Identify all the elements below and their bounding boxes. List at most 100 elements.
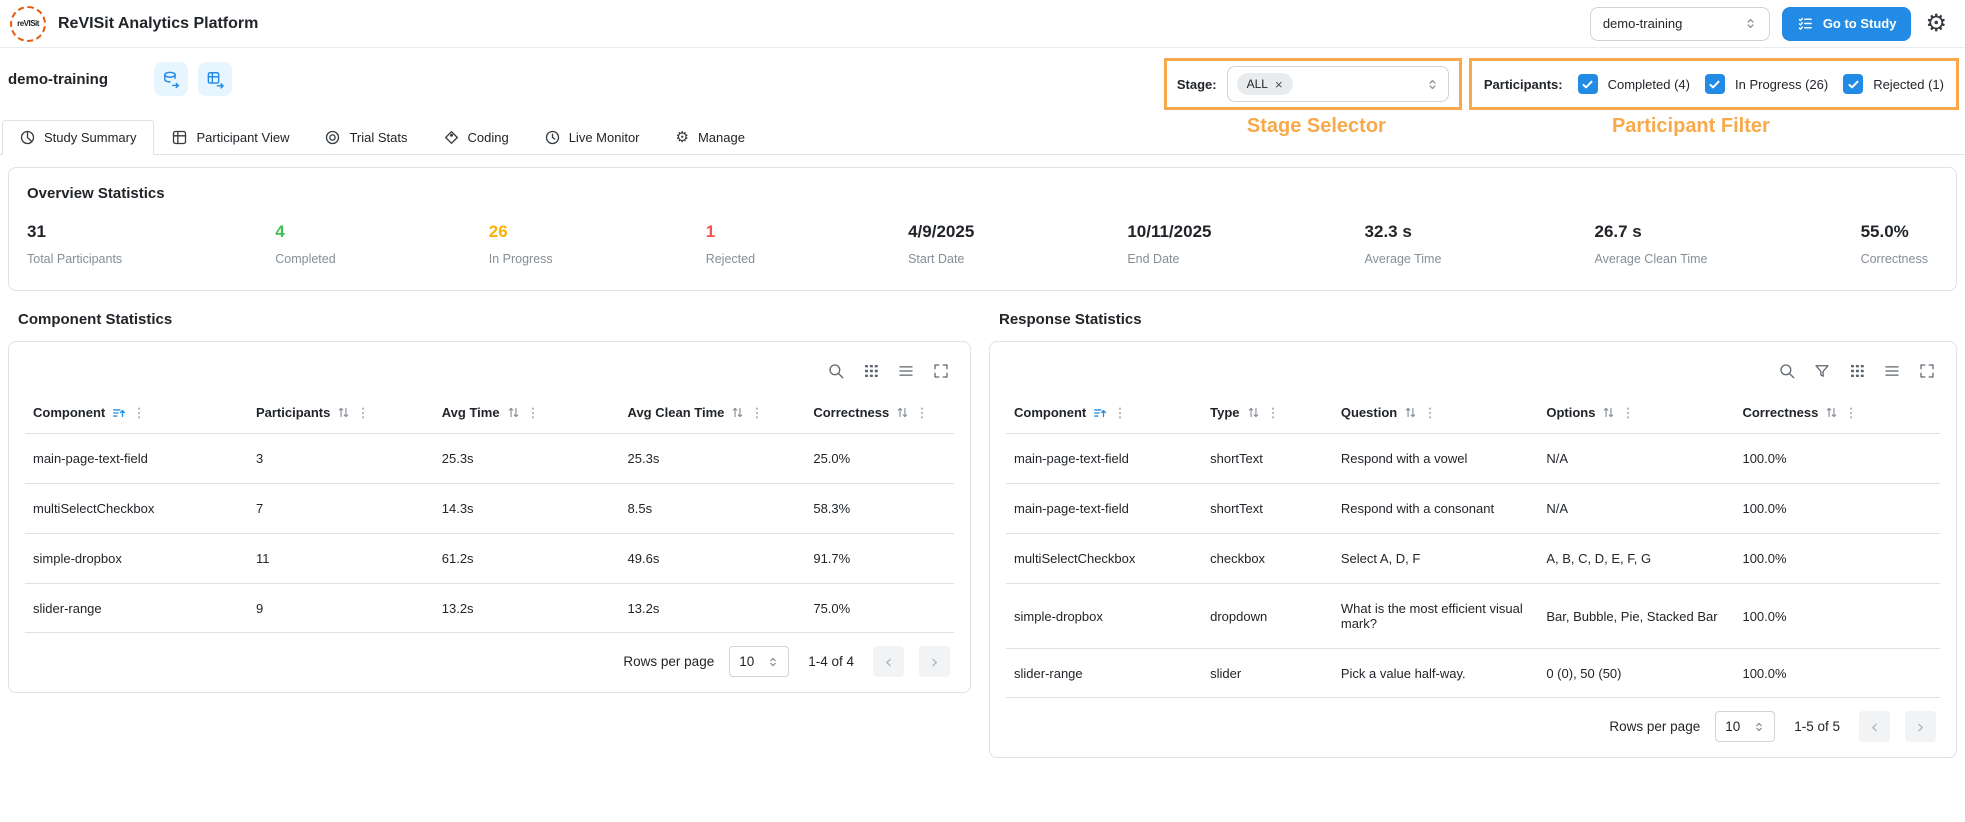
search-button[interactable] <box>1778 362 1796 380</box>
cell: N/A <box>1538 483 1735 534</box>
checkbox-in-progress-label: In Progress (26) <box>1734 76 1829 92</box>
filter-button[interactable] <box>1813 362 1831 380</box>
header-row: Component Type Question Options Correctn… <box>1006 392 1940 434</box>
column-header-type[interactable]: Type <box>1202 392 1333 434</box>
cell: shortText <box>1202 483 1333 534</box>
search-button[interactable] <box>827 362 845 380</box>
checkbox-rejected[interactable]: Rejected (1) <box>1843 74 1944 94</box>
filters: Stage: ALL × Participants: Completed (4) <box>1163 58 1959 138</box>
cell: 100.0% <box>1734 483 1940 534</box>
rows-per-page-select[interactable]: 10 <box>1715 711 1776 742</box>
export-table-button[interactable] <box>198 62 232 96</box>
study-select[interactable]: demo-training <box>1589 6 1770 41</box>
column-menu-icon[interactable] <box>1424 406 1436 420</box>
cell: 7 <box>247 483 434 534</box>
cell: slider-range <box>25 583 248 633</box>
sort-icon <box>1827 407 1837 418</box>
stat-total-participants: 31 Total Participants <box>27 222 122 266</box>
stat-completed: 4 Completed <box>275 222 335 266</box>
cell: Bar, Bubble, Pie, Stacked Bar <box>1538 583 1735 649</box>
stat-value: 4/9/2025 <box>908 222 975 241</box>
columns-button[interactable] <box>1848 362 1866 380</box>
density-button[interactable] <box>897 362 915 380</box>
stat-value: 55.0% <box>1860 222 1909 241</box>
rows-per-page-value: 10 <box>739 654 755 669</box>
stat-start-date: 4/9/2025 Start Date <box>908 222 974 266</box>
checkbox-checked-icon <box>1577 74 1598 94</box>
participant-filter-annotation: Participant Filter <box>1611 115 1770 137</box>
search-icon <box>829 364 844 379</box>
next-page-button[interactable]: › <box>919 646 950 677</box>
main-content: Overview Statistics 31 Total Participant… <box>0 155 1965 758</box>
export-data-button[interactable] <box>154 62 188 96</box>
checkbox-in-progress[interactable]: In Progress (26) <box>1704 74 1829 94</box>
column-header-options[interactable]: Options <box>1538 392 1734 434</box>
column-menu-icon[interactable] <box>1267 406 1279 420</box>
column-header-participants[interactable]: Participants <box>248 392 434 434</box>
column-menu-icon[interactable] <box>133 406 145 420</box>
stat-rejected: 1 Rejected <box>706 222 755 266</box>
sort-ascending-icon <box>113 408 126 417</box>
cell: 49.6s <box>619 533 806 584</box>
checkbox-completed[interactable]: Completed (4) <box>1577 74 1690 94</box>
stat-average-time: 32.3 s Average Time <box>1365 222 1442 266</box>
previous-page-button[interactable]: ‹ <box>1859 711 1890 742</box>
go-to-study-button[interactable]: Go to Study <box>1781 6 1912 41</box>
stat-value: 4 <box>275 222 285 241</box>
sort-icon <box>508 407 518 418</box>
response-statistics-title: Response Statistics <box>999 311 1142 328</box>
column-header-component[interactable]: Component <box>1006 392 1202 434</box>
fullscreen-button[interactable] <box>932 362 950 380</box>
column-label: Correctness <box>1742 405 1819 420</box>
column-menu-icon[interactable] <box>1114 406 1126 420</box>
sort-icon <box>1604 407 1614 418</box>
stat-value: 26 <box>488 222 508 241</box>
column-menu-icon[interactable] <box>751 406 763 420</box>
overview-stats-row: 31 Total Participants 4 Completed 26 In … <box>27 222 1938 266</box>
rows-per-page-select[interactable]: 10 <box>729 646 790 677</box>
settings-gear-icon[interactable]: ⚙ <box>1923 11 1949 36</box>
column-header-avg-time[interactable]: Avg Time <box>434 392 620 434</box>
stage-select[interactable]: ALL × <box>1226 66 1449 102</box>
column-label: Options <box>1546 405 1596 420</box>
previous-page-button[interactable]: ‹ <box>873 646 904 677</box>
column-label: Correctness <box>813 405 890 420</box>
next-page-button[interactable]: › <box>1905 711 1936 742</box>
cell: 11 <box>247 533 434 584</box>
stat-label: Start Date <box>908 252 965 266</box>
cell: 0 (0), 50 (50) <box>1538 648 1735 698</box>
stat-label: End Date <box>1127 252 1180 266</box>
pagination-range: 1-4 of 4 <box>808 654 854 669</box>
cell: shortText <box>1202 433 1333 484</box>
cell: 8.5s <box>619 483 806 534</box>
column-menu-icon[interactable] <box>527 406 539 420</box>
column-header-correctness[interactable]: Correctness <box>1734 392 1940 434</box>
column-header-correctness[interactable]: Correctness <box>805 392 954 434</box>
cell: simple-dropbox <box>1006 583 1203 649</box>
cell: Pick a value half-way. <box>1332 648 1539 698</box>
stat-value: 32.3 s <box>1364 222 1412 241</box>
cell: 61.2s <box>433 533 620 584</box>
cell: What is the most efficient visual mark? <box>1332 583 1539 649</box>
column-header-avg-clean-time[interactable]: Avg Clean Time <box>620 392 806 434</box>
column-label: Avg Clean Time <box>627 405 725 420</box>
column-header-component[interactable]: Component <box>25 392 248 434</box>
density-button[interactable] <box>1883 362 1901 380</box>
column-menu-icon[interactable] <box>916 406 928 420</box>
column-menu-icon[interactable] <box>357 406 369 420</box>
stat-in-progress: 26 In Progress <box>489 222 553 266</box>
remove-tag-icon[interactable]: × <box>1275 78 1283 91</box>
fullscreen-button[interactable] <box>1918 362 1936 380</box>
cell: 100.0% <box>1734 648 1940 698</box>
stat-label: Completed <box>275 252 336 266</box>
column-menu-icon[interactable] <box>1845 406 1857 420</box>
column-menu-icon[interactable] <box>1622 406 1634 420</box>
cell: main-page-text-field <box>25 433 248 484</box>
app-header: reVISit ReVISit Analytics Platform demo-… <box>0 0 1965 48</box>
column-label: Component <box>1014 405 1087 420</box>
column-label: Type <box>1210 405 1240 420</box>
columns-button[interactable] <box>862 362 880 380</box>
table-toolbar <box>1006 352 1940 392</box>
column-header-question[interactable]: Question <box>1333 392 1538 434</box>
response-statistics-card: Component Type Question Options Correctn… <box>989 341 1957 758</box>
